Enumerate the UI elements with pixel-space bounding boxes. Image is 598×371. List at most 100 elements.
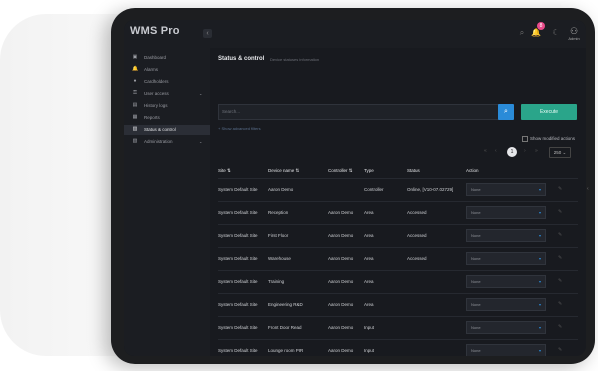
theme-toggle-icon[interactable]: ☾	[551, 28, 561, 38]
cell-site: System Default Site	[218, 302, 258, 307]
action-select[interactable]: None ▾	[466, 183, 546, 196]
edit-icon[interactable]: ✎	[558, 324, 562, 330]
current-page[interactable]: 1	[507, 147, 517, 157]
action-value: None	[471, 348, 481, 353]
sidebar-item[interactable]: ● Cardholders	[124, 77, 210, 87]
app-logo: WMS Pro	[130, 25, 180, 37]
sidebar-item[interactable]: ▤ History logs	[124, 101, 210, 111]
notification-badge: 8	[537, 22, 545, 30]
last-page-icon[interactable]: »	[535, 148, 538, 154]
user-menu[interactable]: ⚇ Admin	[567, 26, 581, 44]
top-bar: WMS Pro ‹ ⌕ 🔔 8 ☾ ⚇ Admin	[124, 20, 586, 48]
cell-site: System Default Site	[218, 210, 258, 215]
sidebar-item-label: History logs	[144, 103, 168, 108]
cell-status: Accessed	[407, 256, 427, 261]
action-value: None	[471, 279, 481, 284]
main-content: Status & control Device statuses informa…	[216, 48, 582, 356]
checkbox-box	[522, 136, 528, 142]
sidebar-item-label: User access	[144, 91, 169, 96]
cell-type: Input	[364, 348, 375, 353]
search-icon: ⌕	[504, 108, 508, 115]
cell-type: Input	[364, 325, 375, 330]
sidebar-item[interactable]: ▧ Administration ⌄	[124, 137, 210, 147]
column-header[interactable]: Controller ⇅	[328, 168, 353, 174]
chevron-down-icon: ▾	[539, 256, 542, 261]
show-modified-actions-checkbox[interactable]: Show modified actions	[522, 136, 575, 142]
cell-status: Accessed	[407, 210, 427, 215]
edit-icon[interactable]: ✎	[558, 255, 562, 261]
action-select[interactable]: None ▾	[466, 252, 546, 265]
chevron-down-icon: ▾	[539, 348, 542, 353]
search-input[interactable]: Search...	[218, 104, 508, 120]
cell-site: System Default Site	[218, 279, 258, 284]
cell-type: Area	[364, 279, 374, 284]
cell-device: Engineering R&D	[268, 302, 303, 307]
next-page-icon[interactable]: ›	[524, 148, 526, 154]
cell-controller: Aaron Demo	[328, 233, 354, 238]
table-row: System Default Site Reception Aaron Demo Ar…	[218, 201, 578, 225]
cell-site: System Default Site	[218, 187, 258, 192]
search-icon[interactable]: ⌕	[517, 28, 527, 38]
edit-icon[interactable]: ✎	[558, 209, 562, 215]
chevron-down-icon: ▾	[539, 233, 542, 238]
action-select[interactable]: None ▾	[466, 321, 546, 334]
cell-controller: Aaron Demo	[328, 348, 354, 353]
sidebar-item[interactable]: ▣ Dashboard	[124, 53, 210, 63]
sidebar-item[interactable]: 🔔 Alarms	[124, 65, 210, 75]
chevron-down-icon: ▾	[539, 187, 542, 192]
per-page-value: 250	[553, 150, 562, 155]
collapse-sidebar-button[interactable]: ‹	[203, 29, 212, 38]
sidebar-item[interactable]: ▥ Status & control	[124, 125, 210, 135]
first-page-icon[interactable]: «	[484, 148, 487, 154]
table-row: System Default Site Aaron Demo Controller O…	[218, 178, 578, 202]
action-select[interactable]: None ▾	[466, 229, 546, 242]
user-label: Admin	[568, 36, 580, 41]
edit-icon[interactable]: ✎	[558, 347, 562, 353]
cell-site: System Default Site	[218, 325, 258, 330]
sidebar-item[interactable]: ⚿ User access ⌄	[124, 89, 210, 99]
user-icon: ⚇	[569, 26, 579, 36]
edit-icon[interactable]: ✎	[558, 186, 562, 192]
per-page-select[interactable]: 250 ⌄	[549, 147, 571, 158]
table-row: System Default Site Training Aaron Demo Are…	[218, 270, 578, 294]
action-select[interactable]: None ▾	[466, 275, 546, 288]
table-header: Site ⇅ Device name ⇅ Controller ⇅ Type Statu…	[218, 166, 578, 176]
table-row: System Default Site Engineering R&D Aaron …	[218, 293, 578, 317]
cell-device: Training	[268, 279, 285, 284]
cell-device: First Floor	[268, 233, 289, 238]
action-select[interactable]: None ▾	[466, 344, 546, 356]
cell-controller: Aaron Demo	[328, 279, 354, 284]
prev-page-icon[interactable]: ‹	[495, 148, 497, 154]
sidebar-item-label: Dashboard	[144, 55, 167, 60]
sidebar: ▣ Dashboard 🔔 Alarms ● Cardholders ⚿ User acces…	[124, 48, 210, 356]
cell-device: Lounge room PIR	[268, 348, 304, 353]
column-header[interactable]: Site ⇅	[218, 168, 231, 174]
show-modified-label: Show modified actions	[530, 136, 576, 142]
edit-icon[interactable]: ✎	[558, 278, 562, 284]
sidebar-item-label: Status & control	[144, 127, 176, 132]
edit-icon[interactable]: ✎	[558, 301, 562, 307]
chevron-down-icon: ▾	[539, 302, 542, 307]
action-value: None	[471, 187, 481, 192]
dashboard-icon: ▣	[132, 54, 138, 60]
cell-status: Accessed	[407, 233, 427, 238]
column-header[interactable]: Device name ⇅	[268, 168, 299, 174]
person-icon: ●	[133, 78, 137, 84]
action-select[interactable]: None ▾	[466, 206, 546, 219]
cell-device: Warehouse	[268, 256, 291, 261]
execute-button[interactable]: Execute	[521, 104, 577, 120]
sidebar-item-label: Cardholders	[144, 79, 169, 84]
action-select[interactable]: None ▾	[466, 298, 546, 311]
admin-icon: ▧	[132, 138, 138, 144]
cell-controller: Aaron Demo	[328, 256, 354, 261]
search-button[interactable]: ⌕	[498, 104, 514, 120]
column-header: Status	[407, 168, 420, 173]
cell-site: System Default Site	[218, 256, 258, 261]
show-advanced-filters-link[interactable]: + Show advanced filters	[218, 126, 261, 131]
table-row: System Default Site Lounge room PIR Aaron …	[218, 339, 578, 356]
sidebar-item[interactable]: ▦ Reports	[124, 113, 210, 123]
key-icon: ⚿	[133, 90, 137, 96]
edit-icon[interactable]: ✎	[558, 232, 562, 238]
sidebar-item-label: Administration	[144, 139, 173, 144]
history-icon: ▤	[132, 102, 138, 108]
